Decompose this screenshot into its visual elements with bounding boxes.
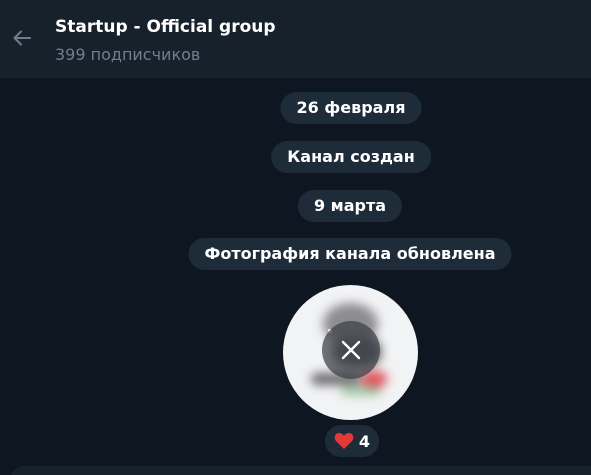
- heart-icon: [334, 432, 354, 449]
- service-message-channel-created: Канал создан: [271, 141, 431, 173]
- back-button[interactable]: [4, 20, 40, 56]
- message-composer[interactable]: [10, 466, 591, 475]
- subscriber-count: 399 подписчиков: [55, 45, 201, 64]
- chat-title[interactable]: Startup - Official group: [55, 17, 276, 37]
- arrow-left-icon: [13, 30, 31, 46]
- date-separator: 26 февраля: [280, 92, 422, 124]
- reaction-heart[interactable]: 4: [325, 425, 379, 457]
- service-message-photo-updated: Фотография канала обновлена: [188, 238, 512, 270]
- chat-window: Startup - Official group 399 подписчиков…: [0, 0, 591, 475]
- reaction-count: 4: [358, 431, 371, 451]
- close-icon: [341, 340, 361, 360]
- cancel-download-button[interactable]: [322, 321, 380, 379]
- date-separator: 9 марта: [297, 190, 403, 222]
- chat-header: Startup - Official group 399 подписчиков: [0, 0, 591, 78]
